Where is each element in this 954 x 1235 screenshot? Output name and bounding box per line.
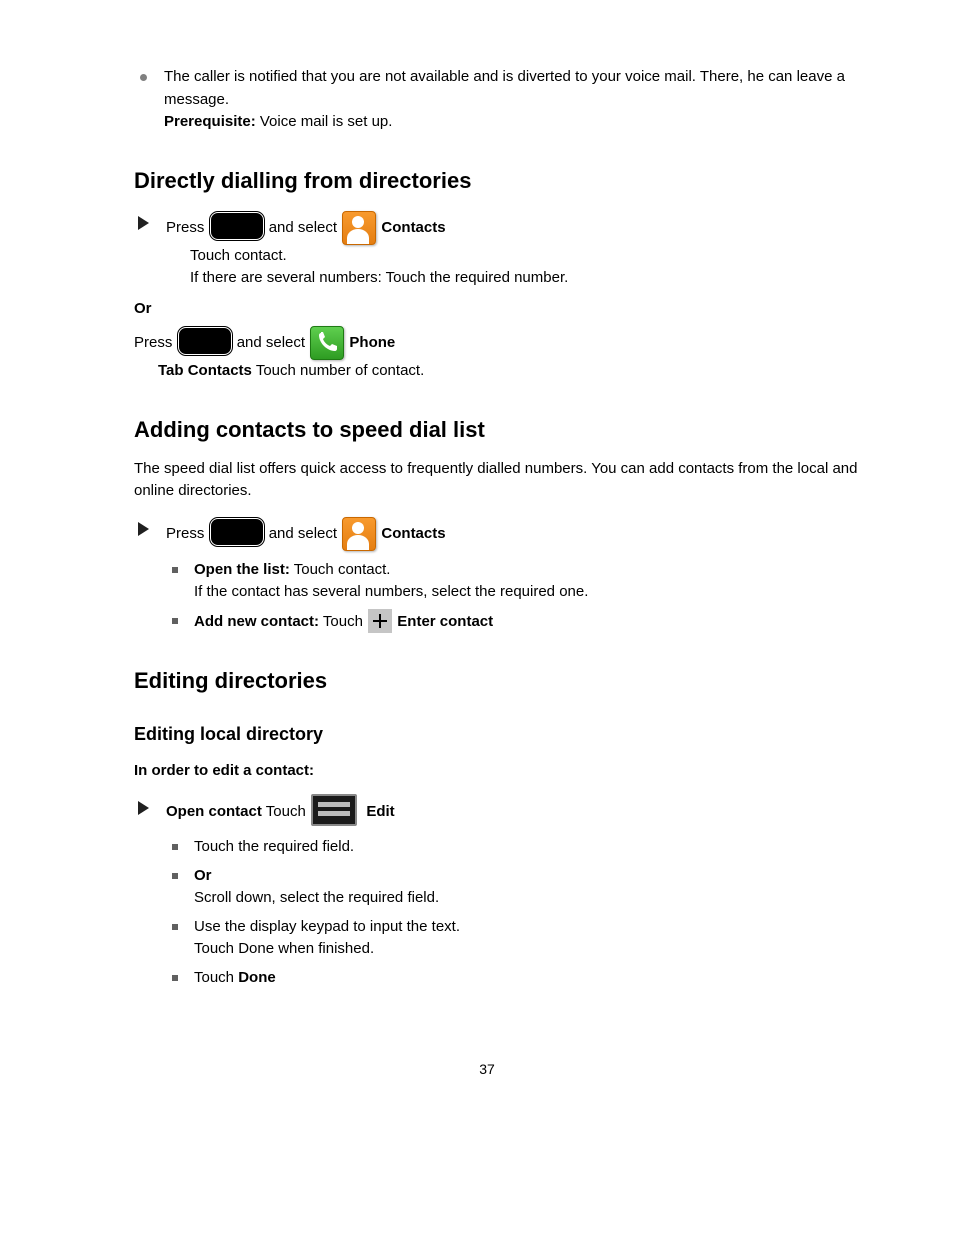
body-text: The caller is notified that you are not …: [134, 66, 864, 134]
applications-key-icon: [178, 327, 232, 355]
contacts-app-icon: [342, 211, 376, 245]
applications-key-icon: [210, 518, 264, 546]
instruction-substep: Add new contact: Touch Enter contact: [168, 610, 864, 634]
heading-edit-local: Editing local directory: [134, 721, 864, 748]
applications-key-icon: [210, 212, 264, 240]
phone-app-icon: [310, 326, 344, 360]
instruction-substep: Touch Done: [168, 967, 864, 990]
contacts-app-icon: [342, 517, 376, 551]
instruction-step: Press and select Contacts: [138, 517, 864, 551]
label-prerequisite: Prerequisite:: [164, 113, 256, 130]
instruction-step: Press and select Contacts Touch contact.…: [138, 211, 864, 290]
plus-icon: [368, 609, 392, 633]
heading-edit-directories: Editing directories: [134, 664, 864, 697]
label-or: Or: [134, 298, 864, 321]
heading-direct-dial: Directly dialling from directories: [134, 164, 864, 197]
heading-speed-dial: Adding contacts to speed dial list: [134, 413, 864, 446]
menu-key-icon: [311, 794, 357, 826]
page-number: 37: [110, 1059, 864, 1080]
instruction-substep: Use the display keypad to input the text…: [168, 916, 864, 961]
body-text: In order to edit a contact:: [134, 760, 864, 783]
instruction-substep: Or Scroll down, select the required fiel…: [168, 865, 864, 910]
manual-page: The caller is notified that you are not …: [0, 0, 954, 1180]
instruction-step: Press and select Phone Tab Contacts Touc…: [134, 326, 864, 383]
instruction-substep: Open the list: Touch contact. If the con…: [168, 559, 864, 604]
instruction-step: Open contact Touch Edit: [138, 796, 864, 828]
body-text: The speed dial list offers quick access …: [134, 458, 864, 503]
instruction-substep: Touch the required field.: [168, 836, 864, 859]
